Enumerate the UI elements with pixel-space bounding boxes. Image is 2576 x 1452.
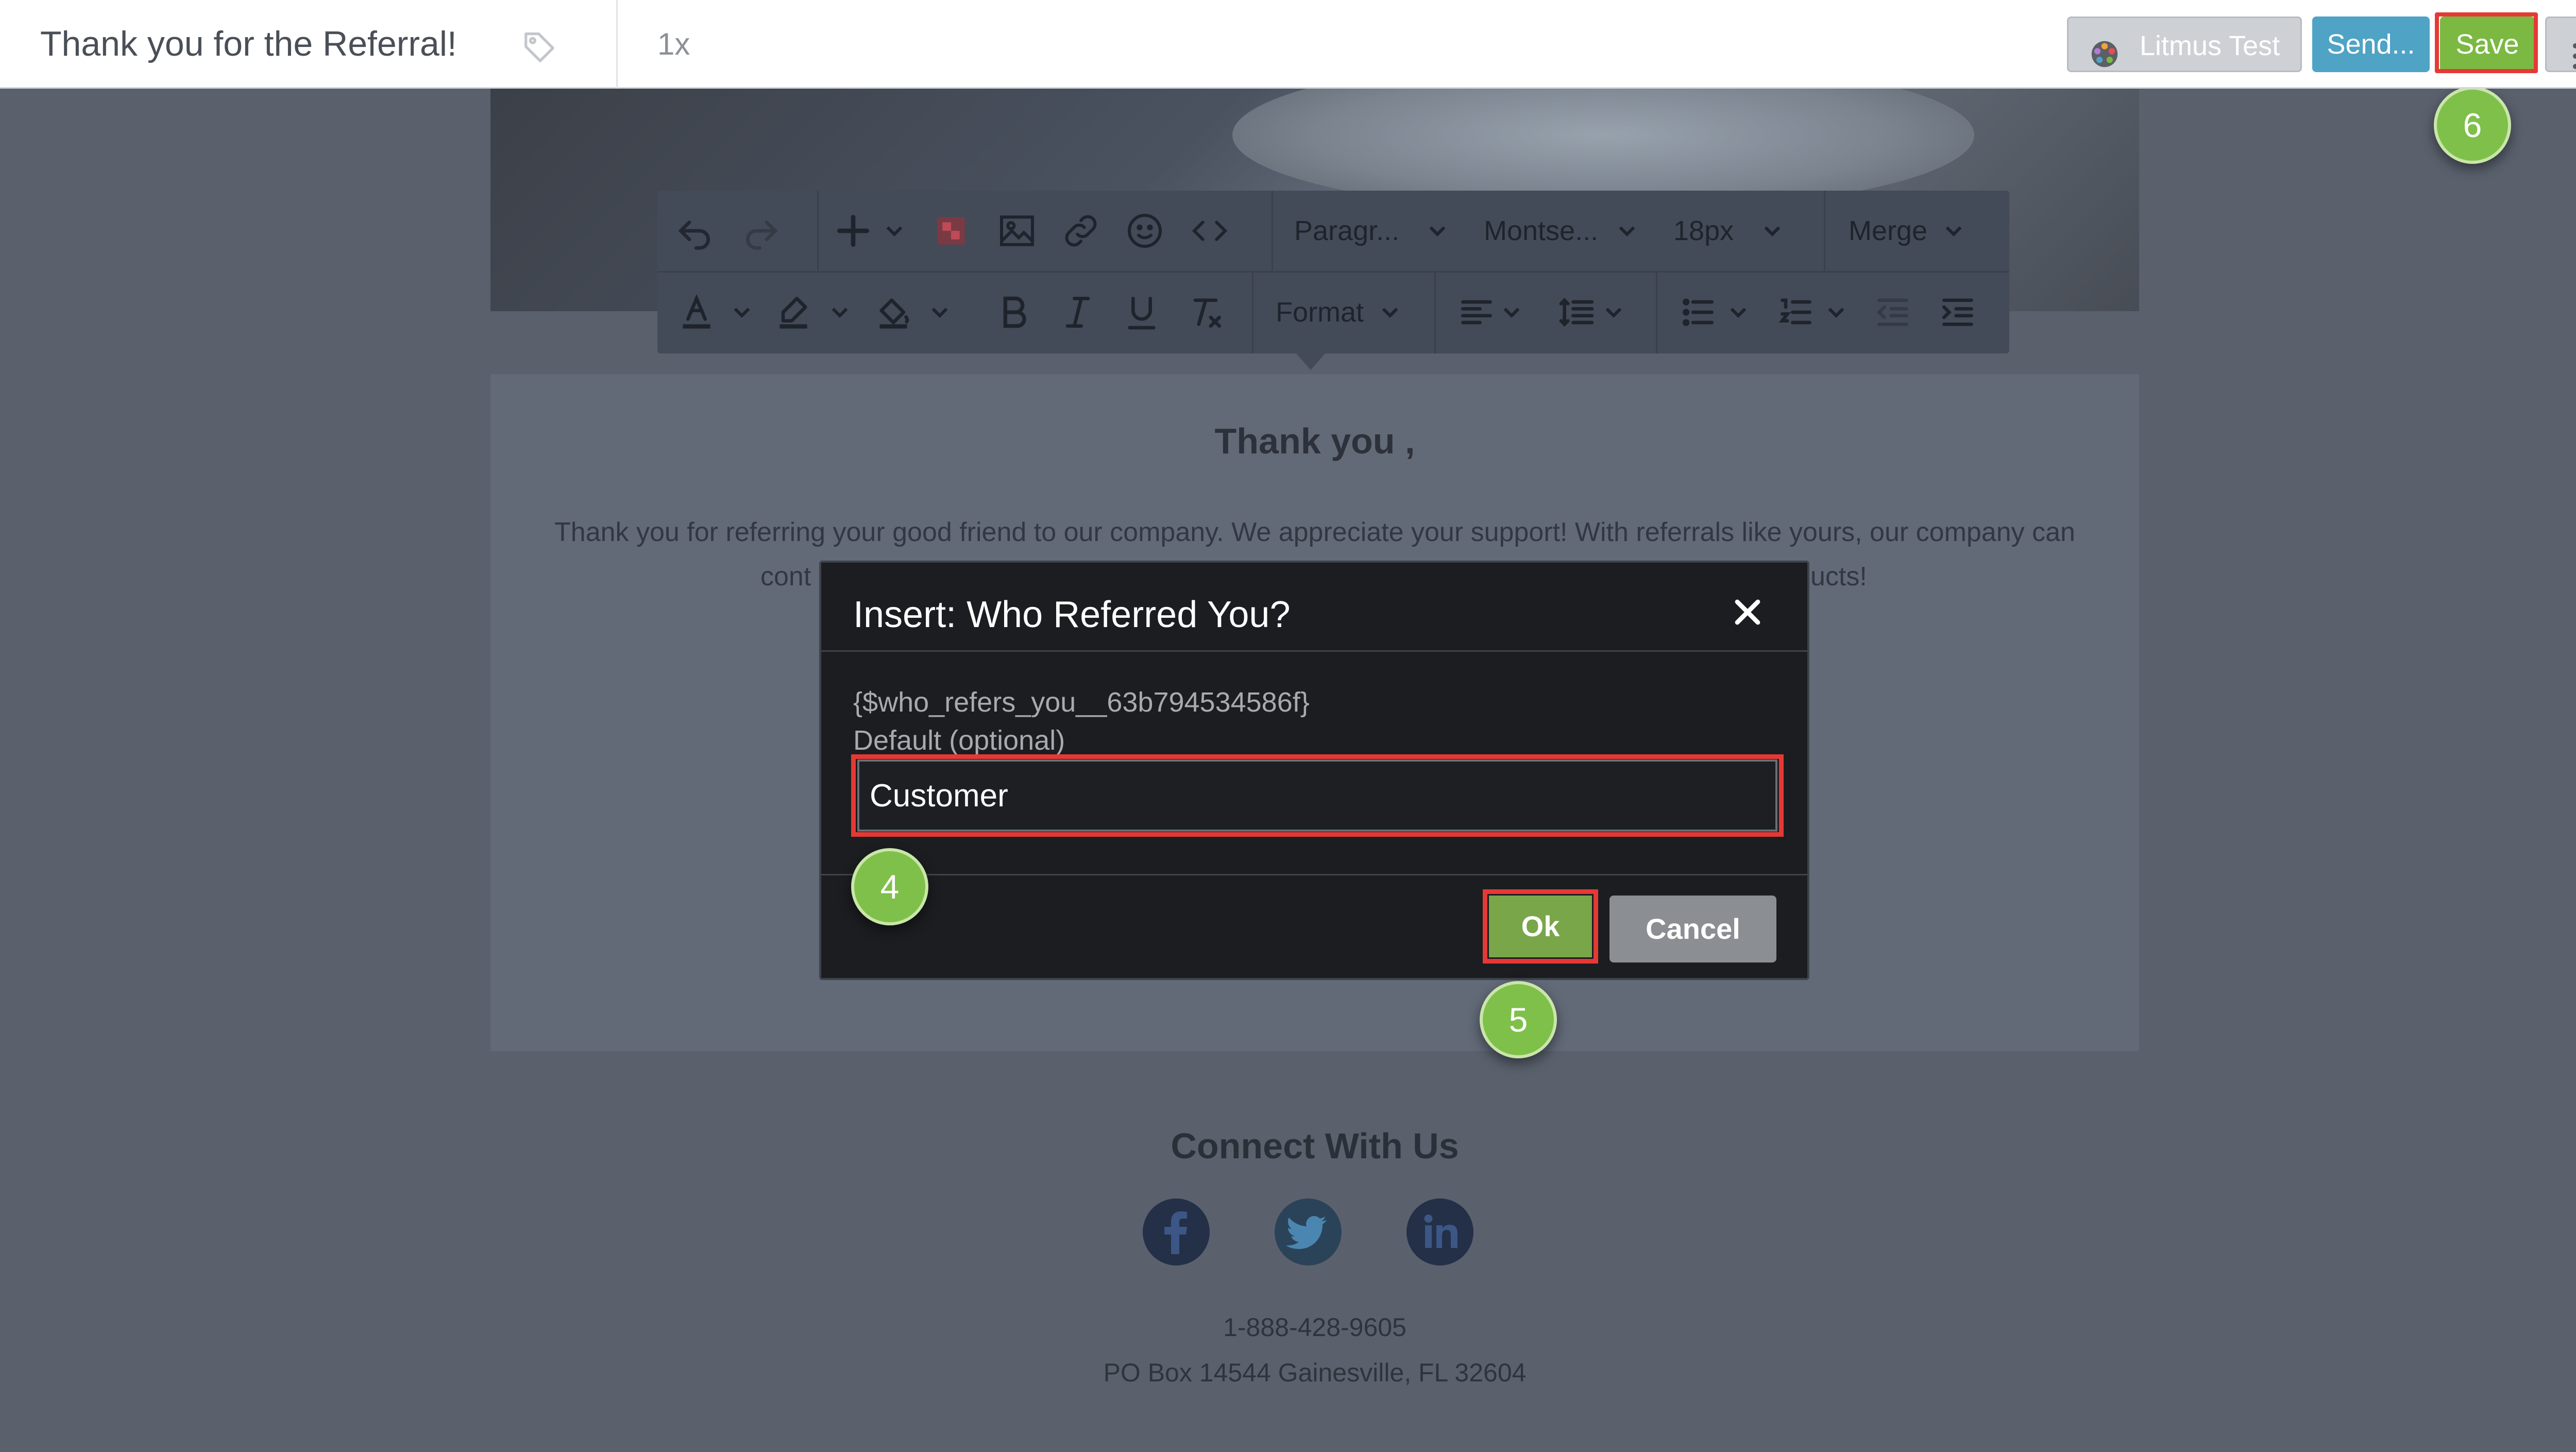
more-options-button[interactable] — [2545, 16, 2576, 72]
emoji-icon[interactable] — [1124, 210, 1165, 251]
paragraph-style-dropdown[interactable]: Paragr... — [1294, 210, 1399, 251]
redo-icon[interactable] — [741, 210, 782, 251]
bullet-list-icon[interactable] — [1677, 292, 1719, 333]
chevron-down-icon[interactable] — [732, 292, 752, 333]
chevron-down-icon[interactable] — [1943, 210, 1964, 251]
top-bar: Thank you for the Referral! 1x Litmus Te… — [0, 0, 2576, 89]
align-left-icon[interactable] — [1456, 292, 1497, 333]
line-height-icon[interactable] — [1556, 292, 1597, 333]
toolbar-separator — [1272, 191, 1273, 271]
chevron-down-icon[interactable] — [1380, 292, 1400, 333]
font-size-dropdown[interactable]: 18px — [1673, 210, 1734, 251]
facebook-icon[interactable] — [1143, 1198, 1210, 1265]
chevron-down-icon[interactable] — [929, 292, 950, 333]
highlight-icon[interactable] — [773, 292, 814, 333]
cancel-button[interactable]: Cancel — [1609, 896, 1776, 963]
underline-icon[interactable] — [1121, 292, 1162, 333]
clear-format-icon[interactable] — [1185, 292, 1226, 333]
twitter-icon[interactable] — [1275, 1198, 1342, 1265]
input-highlight-outline — [851, 754, 1784, 837]
footer-address: PO Box 14544 Gainesville, FL 32604 — [1103, 1358, 1527, 1387]
kebab-icon — [2571, 32, 2576, 69]
format-dropdown[interactable]: Format — [1276, 292, 1364, 333]
numbered-list-icon[interactable] — [1775, 292, 1817, 333]
email-paragraph-line1: Thank you for referring your good friend… — [554, 517, 2075, 547]
chevron-down-icon[interactable] — [1728, 292, 1749, 333]
default-value-label: Default (optional) — [853, 725, 1065, 756]
font-family-dropdown[interactable]: Montse... — [1484, 210, 1598, 251]
chevron-down-icon[interactable] — [829, 292, 850, 333]
undo-icon[interactable] — [674, 210, 715, 251]
litmus-test-button[interactable]: Litmus Test — [2067, 16, 2302, 72]
bold-icon[interactable] — [993, 292, 1035, 333]
chevron-down-icon[interactable] — [1826, 292, 1846, 333]
background-color-icon[interactable] — [873, 292, 914, 333]
insert-merge-field-dialog: Insert: Who Referred You? {$who_refers_y… — [819, 561, 1809, 980]
send-button[interactable]: Send... — [2312, 16, 2430, 72]
step-badge-4: 4 — [851, 848, 928, 925]
email-heading: Thank you , — [1214, 421, 1415, 461]
email-paragraph-fragment-right: ucts! — [1810, 562, 1867, 592]
litmus-icon — [2090, 31, 2119, 67]
insert-plus-icon[interactable] — [833, 210, 874, 251]
text-color-icon[interactable] — [676, 292, 717, 333]
italic-icon[interactable] — [1057, 292, 1098, 333]
dialog-footer-divider — [821, 874, 1807, 875]
chevron-down-icon[interactable] — [1427, 210, 1448, 251]
zoom-level[interactable]: 1x — [657, 24, 690, 65]
toolbar-separator — [1824, 191, 1825, 271]
ok-highlight-outline — [1483, 889, 1598, 964]
step-badge-6: 6 — [2434, 87, 2511, 164]
toolbar-row-divider — [657, 271, 2009, 273]
chevron-down-icon[interactable] — [1762, 210, 1783, 251]
connect-heading: Connect With Us — [1171, 1126, 1459, 1166]
code-icon[interactable] — [1189, 210, 1230, 251]
topbar-divider — [616, 0, 618, 89]
toolbar-separator — [1252, 273, 1253, 353]
indent-icon[interactable] — [1937, 292, 1978, 333]
chevron-down-icon[interactable] — [884, 210, 905, 251]
toolbar-separator — [1656, 273, 1657, 353]
toolbar-separator — [817, 191, 819, 271]
dialog-title: Insert: Who Referred You? — [853, 594, 1291, 635]
tag-icon[interactable] — [521, 28, 557, 64]
chevron-down-icon[interactable] — [1617, 210, 1637, 251]
linkedin-icon[interactable] — [1406, 1198, 1473, 1265]
chevron-down-icon[interactable] — [1501, 292, 1522, 333]
litmus-test-label: Litmus Test — [2140, 30, 2280, 61]
campaign-title[interactable]: Thank you for the Referral! — [40, 21, 457, 67]
email-paragraph-fragment-left: cont — [760, 562, 811, 592]
close-icon[interactable] — [1727, 592, 1768, 633]
special-block-icon[interactable] — [930, 210, 972, 251]
outdent-icon[interactable] — [1872, 292, 1913, 333]
chevron-down-icon[interactable] — [1603, 292, 1624, 333]
merge-dropdown[interactable]: Merge — [1849, 210, 1927, 251]
toolbar-separator — [1434, 273, 1436, 353]
link-icon[interactable] — [1060, 210, 1101, 251]
merge-tag-code: {$who_refers_you__63b794534586f} — [853, 687, 1310, 718]
dialog-header-divider — [821, 650, 1807, 652]
image-icon[interactable] — [996, 210, 1038, 251]
rich-text-toolbar: Paragr... Montse... 18px Merge Format — [657, 191, 2009, 353]
footer-phone: 1-888-428-9605 — [1223, 1313, 1406, 1342]
toolbar-pointer — [1295, 352, 1326, 370]
step-badge-5: 5 — [1480, 981, 1557, 1058]
save-highlight-outline — [2435, 12, 2538, 73]
